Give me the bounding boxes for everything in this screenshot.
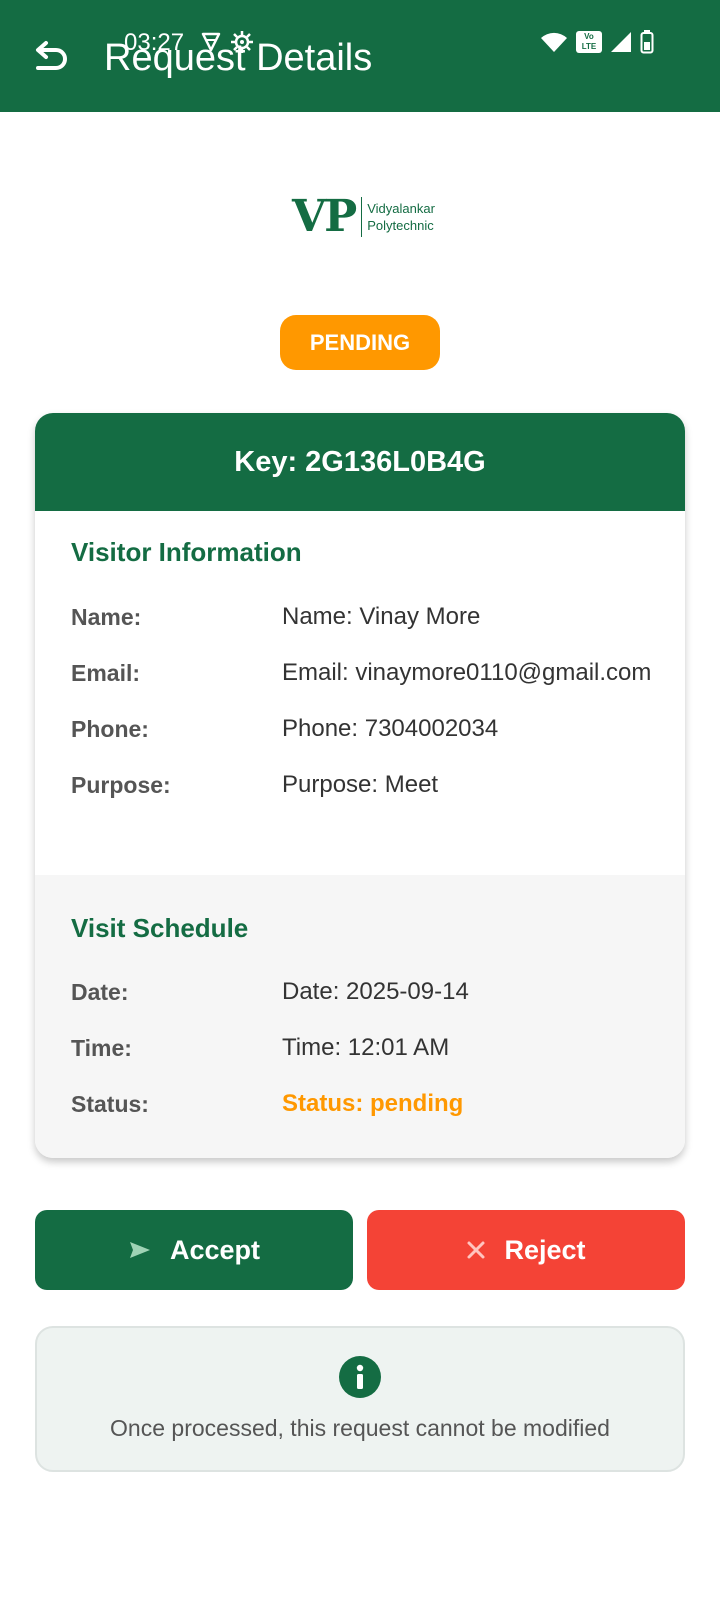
status-bar-right-icons: Vo LTE: [540, 30, 654, 54]
date-value: Date: 2025-09-14: [282, 978, 469, 1005]
data-saver-icon: [201, 32, 221, 52]
visitor-name-row: Name: Name: Vinay More: [71, 600, 671, 634]
visitor-information-title: Visitor Information: [71, 537, 302, 567]
purpose-value: Purpose: Meet: [282, 771, 439, 798]
name-value: Name: Vinay More: [282, 603, 481, 630]
visit-schedule-title: Visit Schedule: [71, 913, 249, 943]
name-label: Name:: [71, 604, 142, 630]
logo-mark: VP: [292, 191, 357, 242]
time-value: Time: 12:01 AM: [282, 1034, 450, 1061]
volte-badge: Vo LTE: [576, 31, 602, 53]
visit-schedule-section: Visit Schedule Date: Date: 2025-09-14 Ti…: [35, 875, 685, 1158]
reject-label: Reject: [504, 1234, 586, 1265]
schedule-time-row: Time: Time: 12:01 AM: [71, 1031, 671, 1065]
college-logo: VP Vidyalankar Polytechnic: [292, 192, 435, 242]
status-bar-left-icons: [200, 30, 254, 54]
email-value: Email: vinaymore0110@gmail.com: [282, 659, 652, 686]
battery-icon: [640, 30, 654, 54]
request-details-card: Key: 2G136L0B4G Visitor Information Name…: [35, 413, 685, 1158]
info-text: Once processed, this request cannot be m…: [110, 1415, 610, 1441]
logo-text: Vidyalankar Polytechnic: [367, 200, 435, 234]
logo-line-1: Vidyalankar: [367, 201, 435, 216]
phone-label: Phone:: [71, 716, 149, 742]
phone-value: Phone: 7304002034: [282, 715, 499, 742]
info-icon: [339, 1356, 381, 1398]
reject-button[interactable]: Reject: [367, 1210, 685, 1290]
status-label: Status:: [71, 1091, 149, 1117]
visitor-purpose-row: Purpose: Purpose: Meet: [71, 768, 671, 802]
status-value: Status: pending: [282, 1090, 464, 1117]
back-arrow-icon: [36, 41, 67, 70]
send-icon: [129, 1242, 150, 1258]
close-icon: [467, 1241, 485, 1259]
schedule-status-row: Status: Status: pending: [71, 1087, 671, 1121]
date-label: Date:: [71, 979, 129, 1005]
logo-line-2: Polytechnic: [367, 218, 434, 233]
status-badge: PENDING: [280, 315, 440, 370]
status-bar-time: 03:27: [124, 29, 185, 56]
app-bar: Request Details 03:27 Vo LTE: [0, 0, 720, 112]
settings-gear-icon: [231, 31, 253, 53]
purpose-label: Purpose:: [71, 772, 171, 798]
accept-label: Accept: [169, 1234, 261, 1265]
logo-divider: [361, 197, 363, 237]
schedule-date-row: Date: Date: 2025-09-14: [71, 975, 671, 1009]
volte-label: Vo LTE: [581, 32, 597, 51]
wifi-icon: [541, 32, 567, 52]
accept-button[interactable]: Accept: [35, 1210, 353, 1290]
email-label: Email:: [71, 660, 141, 686]
time-label: Time:: [71, 1035, 132, 1061]
request-key-header: Key: 2G136L0B4G: [35, 413, 685, 511]
signal-icon: [611, 32, 631, 52]
visitor-email-row: Email: Email: vinaymore0110@gmail.com: [71, 656, 671, 690]
back-button[interactable]: [26, 34, 74, 82]
visitor-phone-row: Phone: Phone: 7304002034: [71, 712, 671, 746]
info-notice: Once processed, this request cannot be m…: [35, 1326, 685, 1472]
